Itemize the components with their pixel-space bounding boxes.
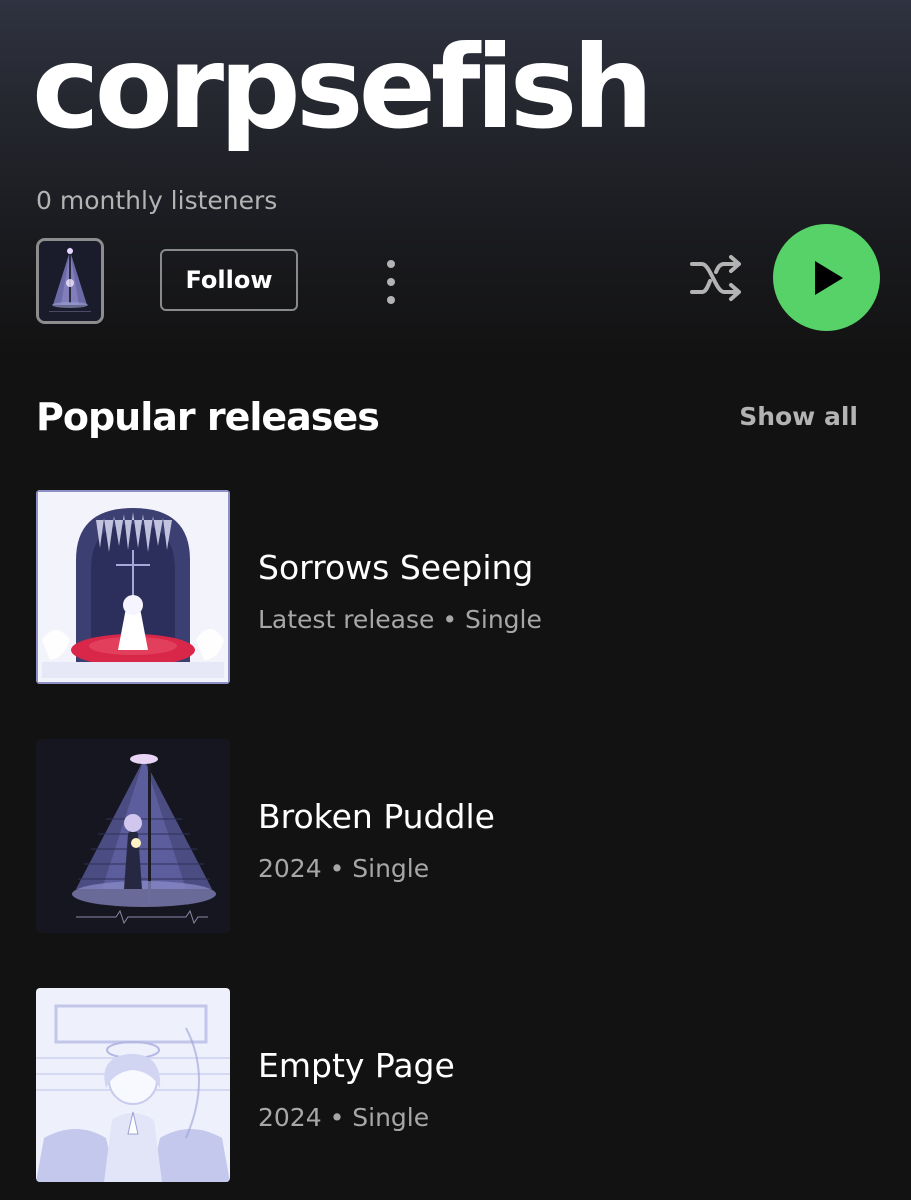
monthly-listeners: 0 monthly listeners <box>36 186 278 215</box>
release-cover-art <box>36 739 230 933</box>
shuffle-icon <box>690 255 741 301</box>
shuffle-button[interactable] <box>686 252 746 304</box>
artist-name: corpsefish <box>32 21 654 154</box>
more-options-button[interactable] <box>372 255 412 309</box>
artist-preview-thumbnail[interactable] <box>36 238 104 324</box>
release-title: Broken Puddle <box>258 797 495 836</box>
play-button[interactable] <box>773 224 880 331</box>
release-item[interactable]: Sorrows Seeping Latest release • Single <box>36 490 876 685</box>
release-item[interactable]: Empty Page 2024 • Single <box>36 988 876 1183</box>
release-meta: Latest release • Single <box>258 605 542 634</box>
release-cover-art <box>36 988 230 1182</box>
release-item[interactable]: Broken Puddle 2024 • Single <box>36 739 876 934</box>
release-title: Empty Page <box>258 1046 455 1085</box>
more-vertical-icon <box>387 260 395 304</box>
release-cover-art <box>36 490 230 684</box>
release-meta: 2024 • Single <box>258 854 430 883</box>
follow-button[interactable]: Follow <box>160 249 298 311</box>
section-title-popular-releases: Popular releases <box>36 395 380 439</box>
show-all-link[interactable]: Show all <box>739 400 858 434</box>
release-title: Sorrows Seeping <box>258 548 534 587</box>
release-meta: 2024 • Single <box>258 1103 430 1132</box>
play-icon <box>814 260 843 295</box>
